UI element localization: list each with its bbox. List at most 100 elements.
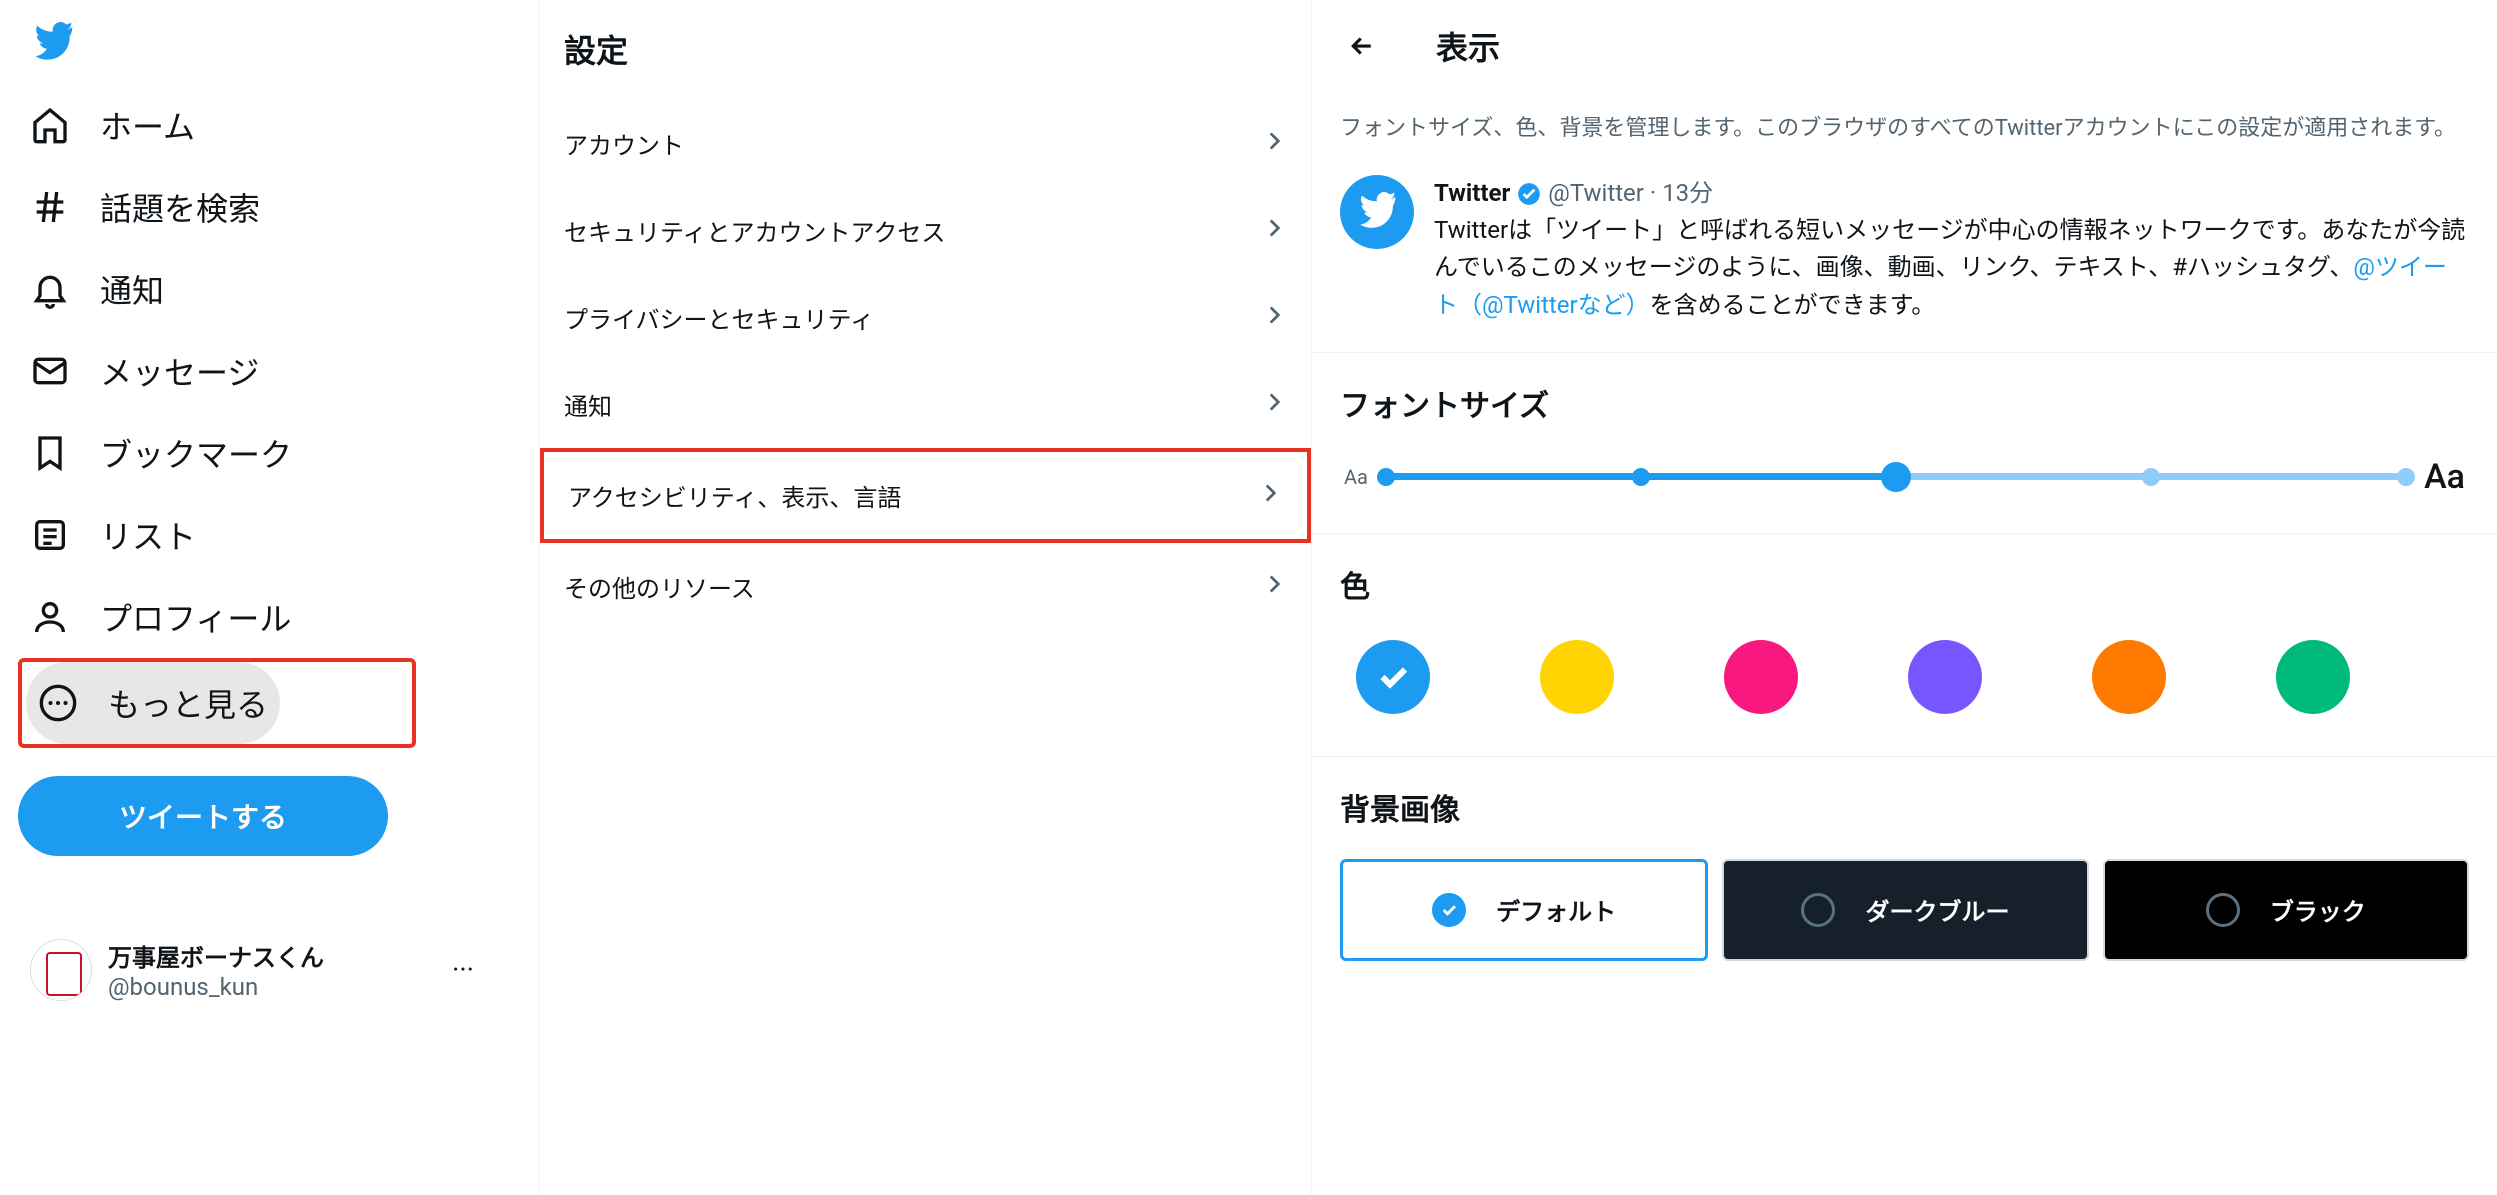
color-swatch-orange[interactable]	[2092, 640, 2166, 714]
settings-item[interactable]: その他のリソース	[540, 543, 1311, 630]
sample-tweet-text: Twitterは「ツイート」と呼ばれる短いメッセージが中心の情報ネットワークです…	[1434, 212, 2469, 324]
account-name: 万事屋ボーナスくん	[108, 938, 424, 973]
nav-item-notifications[interactable]: 通知	[18, 248, 176, 330]
chevron-right-icon	[1257, 480, 1283, 512]
settings-item-label: プライバシーとセキュリティ	[564, 300, 874, 335]
dot-separator: ·	[1650, 175, 1656, 212]
sample-tweet-body: Twitter @Twitter · 13分 Twitterは「ツイート」と呼ば…	[1434, 175, 2469, 324]
background-option-default[interactable]: デフォルト	[1340, 859, 1708, 961]
settings-item[interactable]: セキュリティとアカウントアクセス	[540, 187, 1311, 274]
chevron-right-icon	[1261, 571, 1287, 603]
settings-column: 設定 アカウントセキュリティとアカウントアクセスプライバシーとセキュリティ通知ア…	[540, 0, 1312, 1195]
color-swatch-row	[1312, 610, 2497, 757]
color-swatch-pink[interactable]	[1724, 640, 1798, 714]
settings-item[interactable]: 通知	[540, 361, 1311, 448]
nav-item-lists[interactable]: リスト	[18, 494, 208, 576]
back-button[interactable]	[1336, 20, 1388, 72]
radio-icon	[1801, 893, 1835, 927]
tweet-text-before: Twitterは「ツイート」と呼ばれる短いメッセージが中心の情報ネットワークです…	[1434, 216, 2465, 281]
nav-item-label: ホーム	[100, 102, 195, 148]
background-heading: 背景画像	[1312, 757, 2497, 833]
verified-badge-icon	[1516, 181, 1542, 207]
color-swatch-purple[interactable]	[1908, 640, 1982, 714]
background-option-label: ブラック	[2270, 892, 2366, 927]
account-switcher[interactable]: 万事屋ボーナスくん @bounus_kun ···	[18, 926, 498, 1013]
account-info: 万事屋ボーナスくん @bounus_kun	[108, 938, 424, 1001]
settings-item-label: セキュリティとアカウントアクセス	[564, 213, 945, 248]
color-swatch-green[interactable]	[2276, 640, 2350, 714]
font-size-small-label: Aa	[1344, 465, 1368, 489]
nav-item-label: リスト	[100, 512, 196, 558]
font-size-large-label: Aa	[2424, 457, 2465, 497]
settings-list: アカウントセキュリティとアカウントアクセスプライバシーとセキュリティ通知アクセシ…	[540, 100, 1311, 630]
more-icon	[38, 683, 78, 723]
slider-step[interactable]	[2142, 468, 2160, 486]
sample-tweet-header: Twitter @Twitter · 13分	[1434, 175, 2469, 212]
hash-icon	[30, 187, 70, 227]
nav-item-label: もっと見る	[108, 680, 268, 726]
nav-item-label: 話題を検索	[100, 184, 260, 230]
nav-item-profile[interactable]: プロフィール	[18, 576, 303, 658]
sample-tweet-handle: @Twitter	[1548, 175, 1644, 212]
chevron-right-icon	[1261, 215, 1287, 247]
nav-list: ホーム 話題を検索 通知 メッセージ ブックマーク リスト プロフィール	[18, 84, 539, 748]
account-handle: @bounus_kun	[108, 973, 424, 1001]
avatar	[30, 939, 92, 1001]
nav-item-label: ブックマーク	[100, 430, 292, 476]
background-option-black[interactable]: ブラック	[2103, 859, 2469, 961]
color-swatch-blue[interactable]	[1356, 640, 1430, 714]
settings-item-label: アクセシビリティ、表示、言語	[568, 478, 901, 513]
background-option-row: デフォルト ダークブルー ブラック	[1312, 833, 2497, 961]
highlight-more: もっと見る	[18, 658, 416, 748]
chevron-right-icon	[1261, 302, 1287, 334]
twitter-avatar-icon	[1340, 175, 1414, 249]
sample-tweet-time: 13分	[1662, 175, 1713, 212]
settings-item-label: アカウント	[564, 126, 684, 161]
background-option-label: ダークブルー	[1865, 892, 2009, 927]
font-size-slider[interactable]: Aa Aa	[1312, 429, 2497, 534]
color-heading: 色	[1312, 534, 2497, 610]
twitter-logo[interactable]	[18, 10, 539, 80]
home-icon	[30, 105, 70, 145]
list-icon	[30, 515, 70, 555]
slider-step[interactable]	[1377, 468, 1395, 486]
tweet-button[interactable]: ツイートする	[18, 776, 388, 856]
mail-icon	[30, 351, 70, 391]
settings-item[interactable]: アクセシビリティ、表示、言語	[540, 448, 1311, 543]
nav-item-label: 通知	[100, 266, 164, 312]
detail-header: 表示	[1312, 0, 2497, 92]
display-detail-column: 表示 フォントサイズ、色、背景を管理します。このブラウザのすべてのTwitter…	[1312, 0, 2497, 1195]
settings-item[interactable]: アカウント	[540, 100, 1311, 187]
slider-step[interactable]	[2397, 468, 2415, 486]
settings-title: 設定	[540, 0, 1311, 100]
primary-sidebar: ホーム 話題を検索 通知 メッセージ ブックマーク リスト プロフィール	[0, 0, 540, 1195]
nav-item-home[interactable]: ホーム	[18, 84, 207, 166]
font-size-heading: フォントサイズ	[1312, 353, 2497, 429]
slider-step[interactable]	[1632, 468, 1650, 486]
bookmark-icon	[30, 433, 70, 473]
radio-icon	[1432, 893, 1466, 927]
bell-icon	[30, 269, 70, 309]
nav-item-label: プロフィール	[100, 594, 291, 640]
nav-item-more[interactable]: もっと見る	[26, 662, 280, 744]
chevron-right-icon	[1261, 389, 1287, 421]
nav-item-messages[interactable]: メッセージ	[18, 330, 271, 412]
more-dots-icon: ···	[440, 953, 486, 986]
slider-thumb[interactable]	[1881, 462, 1911, 492]
sample-tweet-name: Twitter	[1434, 175, 1510, 212]
chevron-right-icon	[1261, 128, 1287, 160]
background-option-label: デフォルト	[1496, 892, 1616, 927]
settings-item-label: その他のリソース	[564, 569, 755, 604]
nav-item-explore[interactable]: 話題を検索	[18, 166, 272, 248]
color-swatch-yellow[interactable]	[1540, 640, 1614, 714]
tweet-text-after: を含めることができます。	[1650, 291, 1936, 319]
display-title: 表示	[1436, 23, 1500, 69]
sample-tweet: Twitter @Twitter · 13分 Twitterは「ツイート」と呼ば…	[1312, 157, 2497, 353]
settings-item[interactable]: プライバシーとセキュリティ	[540, 274, 1311, 361]
radio-icon	[2206, 893, 2240, 927]
nav-item-label: メッセージ	[100, 348, 259, 394]
background-option-dim[interactable]: ダークブルー	[1722, 859, 2088, 961]
nav-item-bookmarks[interactable]: ブックマーク	[18, 412, 304, 494]
display-description: フォントサイズ、色、背景を管理します。このブラウザのすべてのTwitterアカウ…	[1312, 92, 2497, 157]
slider-track[interactable]	[1386, 473, 2406, 480]
